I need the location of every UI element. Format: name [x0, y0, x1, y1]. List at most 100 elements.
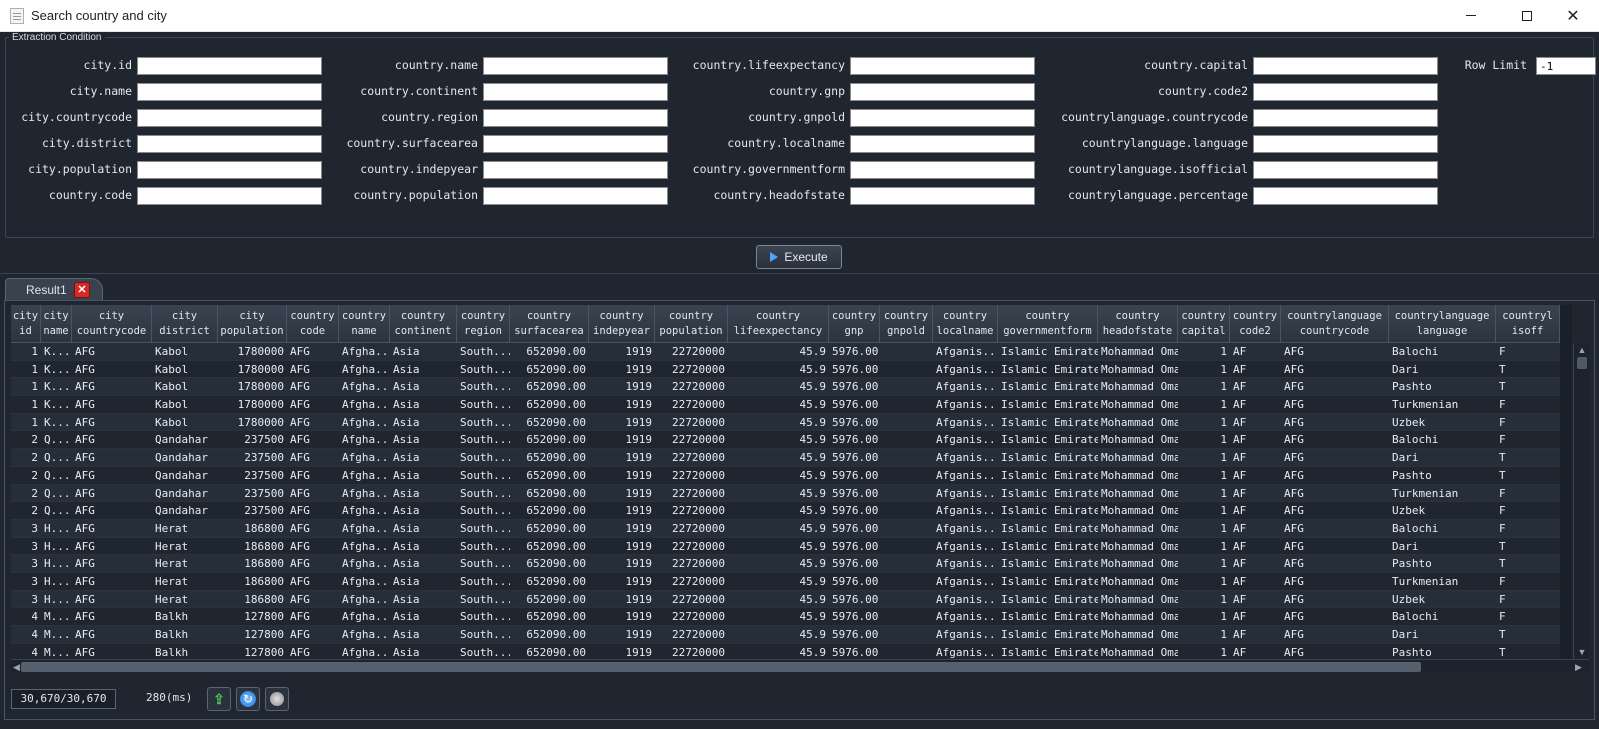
table-cell[interactable]: AF — [1230, 608, 1281, 625]
table-cell[interactable]: AF — [1230, 431, 1281, 448]
table-cell[interactable]: AFG — [1281, 485, 1389, 502]
table-cell[interactable]: 22720000 — [655, 467, 728, 484]
table-cell[interactable] — [880, 467, 933, 484]
table-cell[interactable]: Islamic Emirate — [998, 573, 1098, 590]
table-cell[interactable]: 5976.00 — [829, 573, 880, 590]
table-cell[interactable]: Afgha... — [339, 502, 390, 519]
table-cell[interactable]: 1780000 — [218, 361, 287, 378]
table-cell[interactable]: 5976.00 — [829, 520, 880, 537]
table-cell[interactable]: AFG — [1281, 538, 1389, 555]
column-header[interactable]: countryl isoff — [1496, 305, 1560, 343]
table-cell[interactable]: AFG — [1281, 396, 1389, 413]
table-cell[interactable]: 1919 — [589, 520, 655, 537]
table-cell[interactable]: 1919 — [589, 414, 655, 431]
table-cell[interactable]: Afganis... — [933, 431, 998, 448]
table-cell[interactable]: 1 — [1178, 467, 1230, 484]
table-cell[interactable]: 652090.00 — [510, 555, 589, 572]
table-cell[interactable]: South... — [457, 538, 510, 555]
scroll-down-icon[interactable]: ▼ — [1576, 646, 1588, 658]
table-cell[interactable]: AFG — [1281, 608, 1389, 625]
table-cell[interactable]: Dari — [1389, 538, 1496, 555]
table-cell[interactable]: 1919 — [589, 538, 655, 555]
table-cell[interactable]: AFG — [287, 520, 339, 537]
table-cell[interactable]: Balochi — [1389, 343, 1496, 360]
table-cell[interactable]: 22720000 — [655, 502, 728, 519]
table-cell[interactable]: 652090.00 — [510, 502, 589, 519]
table-cell[interactable]: Afganis... — [933, 378, 998, 395]
table-cell[interactable]: 1 — [1178, 591, 1230, 608]
table-cell[interactable]: Kabol — [152, 378, 218, 395]
table-cell[interactable]: Mohammad Omar — [1098, 573, 1178, 590]
table-cell[interactable]: 237500 — [218, 485, 287, 502]
table-cell[interactable]: 1780000 — [218, 343, 287, 360]
table-cell[interactable]: AFG — [287, 502, 339, 519]
table-cell[interactable]: 45.9 — [728, 608, 829, 625]
table-cell[interactable]: AFG — [287, 485, 339, 502]
table-cell[interactable]: 1919 — [589, 626, 655, 643]
table-cell[interactable]: 3 — [11, 538, 41, 555]
table-cell[interactable]: AFG — [72, 396, 152, 413]
table-cell[interactable]: South... — [457, 626, 510, 643]
table-cell[interactable]: Asia — [390, 361, 457, 378]
table-cell[interactable]: 5976.00 — [829, 343, 880, 360]
table-cell[interactable]: Afganis... — [933, 485, 998, 502]
table-cell[interactable]: Afgha... — [339, 555, 390, 572]
table-cell[interactable] — [880, 573, 933, 590]
table-cell[interactable]: K... — [41, 378, 72, 395]
table-cell[interactable]: Balkh — [152, 644, 218, 659]
condition-input[interactable] — [1253, 57, 1438, 75]
table-cell[interactable]: Islamic Emirate — [998, 555, 1098, 572]
table-cell[interactable]: 22720000 — [655, 378, 728, 395]
table-cell[interactable]: Mohammad Omar — [1098, 644, 1178, 659]
table-cell[interactable]: Mohammad Omar — [1098, 520, 1178, 537]
table-cell[interactable]: South... — [457, 591, 510, 608]
table-cell[interactable] — [880, 414, 933, 431]
table-cell[interactable]: 1 — [11, 396, 41, 413]
table-cell[interactable] — [880, 591, 933, 608]
table-cell[interactable]: AF — [1230, 538, 1281, 555]
table-cell[interactable]: Islamic Emirate — [998, 467, 1098, 484]
table-cell[interactable]: Asia — [390, 343, 457, 360]
table-row[interactable]: 3 H... AFG Herat 186800 AFG Afgha... Asia South.… — [11, 590, 1560, 609]
condition-input[interactable] — [1253, 83, 1438, 101]
table-cell[interactable]: 1 — [1178, 626, 1230, 643]
table-cell[interactable]: AFG — [287, 644, 339, 659]
table-cell[interactable]: F — [1496, 520, 1560, 537]
table-cell[interactable]: Q... — [41, 502, 72, 519]
table-cell[interactable]: AF — [1230, 414, 1281, 431]
table-row[interactable]: 1 K... AFG Kabol 1780000 AFG Afgha... Asia South… — [11, 378, 1560, 397]
table-cell[interactable]: Islamic Emirate — [998, 644, 1098, 659]
table-cell[interactable]: AFG — [72, 555, 152, 572]
table-cell[interactable]: AFG — [287, 378, 339, 395]
table-cell[interactable]: T — [1496, 555, 1560, 572]
table-cell[interactable]: 237500 — [218, 467, 287, 484]
table-cell[interactable]: 1 — [1178, 396, 1230, 413]
table-cell[interactable]: 1919 — [589, 449, 655, 466]
table-cell[interactable]: South... — [457, 378, 510, 395]
table-cell[interactable]: 22720000 — [655, 591, 728, 608]
table-cell[interactable]: Afganis... — [933, 626, 998, 643]
table-cell[interactable]: AFG — [72, 449, 152, 466]
condition-input[interactable] — [1253, 187, 1438, 205]
condition-input[interactable] — [850, 57, 1035, 75]
table-cell[interactable]: Afgha... — [339, 573, 390, 590]
table-row[interactable]: 2 Q... AFG Qandahar 237500 AFG Afgha... Asia Sou… — [11, 502, 1560, 520]
table-cell[interactable]: Afganis... — [933, 555, 998, 572]
table-cell[interactable]: 186800 — [218, 555, 287, 572]
table-cell[interactable]: 652090.00 — [510, 520, 589, 537]
table-cell[interactable]: Afganis... — [933, 591, 998, 608]
table-cell[interactable]: 45.9 — [728, 538, 829, 555]
table-cell[interactable]: AFG — [72, 414, 152, 431]
table-cell[interactable]: Afganis... — [933, 644, 998, 659]
table-cell[interactable]: Afganis... — [933, 414, 998, 431]
condition-input[interactable] — [483, 57, 668, 75]
table-cell[interactable]: South... — [457, 396, 510, 413]
table-cell[interactable]: Mohammad Omar — [1098, 343, 1178, 360]
table-cell[interactable]: Asia — [390, 467, 457, 484]
table-cell[interactable]: 45.9 — [728, 626, 829, 643]
table-cell[interactable] — [880, 644, 933, 659]
table-cell[interactable]: South... — [457, 520, 510, 537]
table-row[interactable]: 3 H... AFG Herat 186800 AFG Afgha... Asia South.… — [11, 555, 1560, 573]
condition-input[interactable] — [850, 83, 1035, 101]
table-cell[interactable]: Islamic Emirate — [998, 538, 1098, 555]
